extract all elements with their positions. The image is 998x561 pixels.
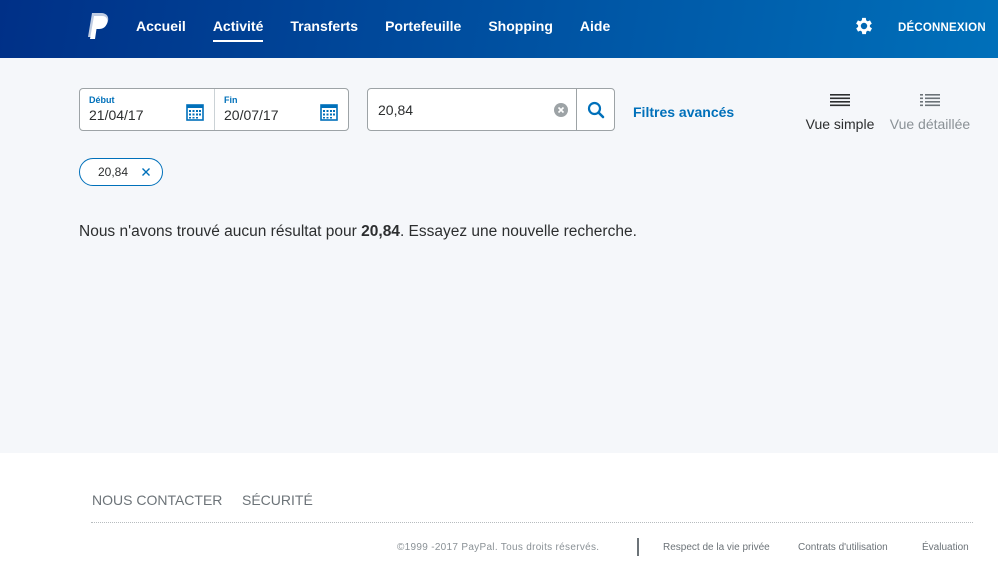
nav-shopping[interactable]: Shopping — [488, 0, 553, 52]
search-box — [367, 88, 615, 131]
start-date-label: Début — [89, 95, 115, 105]
end-date-label: Fin — [224, 95, 238, 105]
contact-link[interactable]: NOUS CONTACTER — [92, 492, 222, 508]
privacy-link[interactable]: Respect de la vie privée — [663, 542, 770, 553]
search-input[interactable] — [368, 89, 576, 130]
calendar-icon[interactable] — [320, 103, 338, 121]
end-date-value[interactable]: 20/07/17 — [224, 107, 279, 123]
footer-separator — [637, 538, 639, 556]
calendar-icon[interactable] — [186, 103, 204, 121]
nav-aide[interactable]: Aide — [580, 0, 610, 52]
simple-view-toggle[interactable]: Vue simple — [802, 92, 878, 132]
no-result-suffix: . Essayez une nouvelle recherche. — [399, 223, 637, 240]
list-icon — [830, 94, 850, 107]
nav-transferts[interactable]: Transferts — [290, 0, 358, 52]
gear-icon[interactable] — [853, 15, 875, 37]
detailed-view-toggle[interactable]: Vue détaillée — [886, 92, 974, 132]
no-result-term: 20,84 — [361, 223, 400, 240]
clear-icon[interactable] — [554, 103, 568, 117]
footer: NOUS CONTACTER SÉCURITÉ ©1999 -2017 PayP… — [0, 453, 998, 561]
terms-link[interactable]: Contrats d'utilisation — [798, 542, 888, 553]
search-button[interactable] — [576, 89, 614, 130]
simple-view-label: Vue simple — [805, 116, 875, 132]
start-date-value[interactable]: 21/04/17 — [89, 107, 144, 123]
detailed-list-icon — [920, 94, 940, 107]
nav-accueil[interactable]: Accueil — [136, 0, 186, 52]
nav-portefeuille[interactable]: Portefeuille — [385, 0, 461, 52]
chip-label: 20,84 — [98, 165, 129, 179]
end-date-field[interactable]: Fin 20/07/17 — [214, 89, 348, 130]
logout-link[interactable]: DÉCONNEXION — [898, 0, 986, 56]
feedback-link[interactable]: Évaluation — [922, 542, 969, 553]
nav-activite[interactable]: Activité — [212, 0, 263, 52]
search-filter-chip: 20,84 — [79, 158, 163, 186]
search-icon — [587, 101, 604, 118]
footer-divider — [91, 522, 973, 523]
close-icon[interactable] — [141, 167, 151, 177]
start-date-field[interactable]: Début 21/04/17 — [80, 89, 214, 130]
date-range-picker: Début 21/04/17 Fin 20/07/17 — [79, 88, 349, 131]
no-result-message: Nous n'avons trouvé aucun résultat pour … — [79, 223, 637, 241]
advanced-filters-link[interactable]: Filtres avancés — [633, 104, 734, 120]
security-link[interactable]: SÉCURITÉ — [242, 492, 313, 508]
main-nav: Accueil Activité Transferts Portefeuille… — [136, 0, 637, 58]
paypal-logo-icon[interactable] — [86, 12, 110, 40]
no-result-prefix: Nous n'avons trouvé aucun résultat pour — [79, 223, 362, 240]
copyright-text: ©1999 -2017 PayPal. Tous droits réservés… — [397, 542, 600, 553]
top-nav-bar: Accueil Activité Transferts Portefeuille… — [0, 0, 998, 58]
detailed-view-label: Vue détaillée — [889, 116, 971, 132]
